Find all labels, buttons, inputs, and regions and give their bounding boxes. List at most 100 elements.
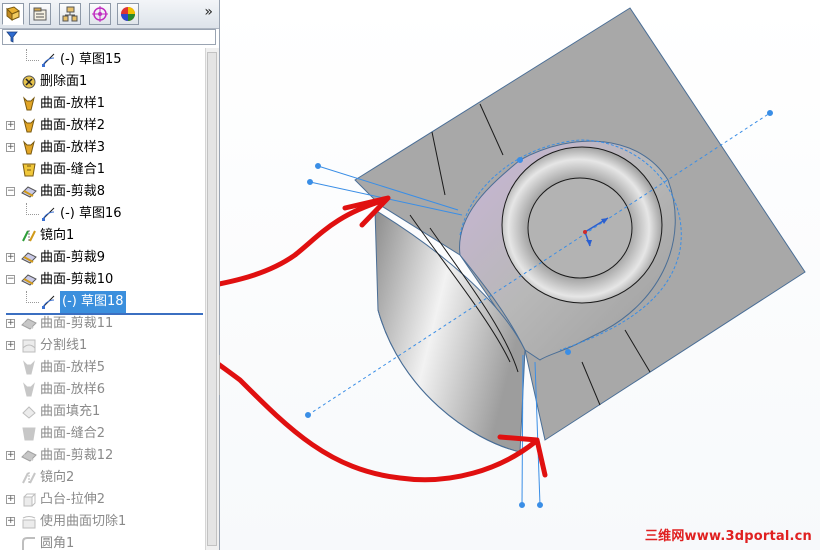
tree-item-label: 曲面-剪裁8	[40, 184, 105, 199]
tree-item[interactable]: 曲面-放样6	[0, 379, 205, 401]
surface-loft-icon	[21, 382, 37, 398]
expand-icon[interactable]: +	[6, 451, 15, 460]
surface-cut-icon	[21, 514, 37, 530]
tree-item[interactable]: (-) 草图18	[0, 291, 205, 313]
tree-item-label: 曲面-缝合2	[40, 426, 105, 441]
display-manager-tab[interactable]	[117, 3, 139, 25]
tree-item-label: 使用曲面切除1	[40, 514, 127, 529]
tree-item-label: 镜向2	[40, 470, 75, 485]
rollback-bar[interactable]	[6, 313, 203, 315]
split-line-icon	[21, 338, 37, 354]
tree-filter-box[interactable]	[2, 29, 216, 45]
tree-item-label: (-) 草图18	[60, 291, 126, 313]
surface-trim-icon	[21, 184, 37, 200]
expand-icon[interactable]: +	[6, 517, 15, 526]
feature-manager-tab[interactable]	[2, 3, 24, 25]
tree-item[interactable]: 曲面-放样1	[0, 93, 205, 115]
tree-item[interactable]: + 曲面-剪裁12	[0, 445, 205, 467]
collapse-icon[interactable]: −	[6, 187, 15, 196]
expand-icon[interactable]: +	[6, 341, 15, 350]
surface-loft-icon	[21, 360, 37, 376]
surface-fill-icon	[21, 404, 37, 420]
tree-item-label: 曲面-剪裁11	[40, 316, 114, 331]
property-icon	[33, 7, 47, 21]
tree-item-label: 曲面-剪裁12	[40, 448, 114, 463]
expand-icon[interactable]: +	[6, 121, 15, 130]
tree-item[interactable]: 曲面填充1	[0, 401, 205, 423]
dimxpert-manager-tab[interactable]	[89, 3, 111, 25]
tree-item-label: 曲面-剪裁10	[40, 272, 114, 287]
surface-trim-icon	[21, 448, 37, 464]
surface-trim-icon	[21, 250, 37, 266]
expand-icon[interactable]: +	[6, 253, 15, 262]
mirror-icon	[21, 470, 37, 486]
tree-item[interactable]: + 凸台-拉伸2	[0, 489, 205, 511]
surface-loft-icon	[21, 96, 37, 112]
tree-item-label: 曲面-剪裁9	[40, 250, 105, 265]
tree-item[interactable]: − 曲面-剪裁10	[0, 269, 205, 291]
surface-knit-icon	[21, 426, 37, 442]
tree-guide-line	[26, 291, 39, 303]
tree-item[interactable]: 曲面-放样5	[0, 357, 205, 379]
tab-overflow-button[interactable]: »	[204, 4, 213, 20]
configuration-icon	[62, 6, 78, 22]
tree-guide-line	[26, 49, 39, 61]
tree-item-label: 曲面-放样5	[40, 360, 105, 375]
feature-tree-icon	[6, 6, 20, 22]
filter-icon	[6, 31, 18, 43]
feature-tree: (-) 草图15 删除面1 曲面-放样1 + 曲面-放样2 + 曲面-放样3 曲面-缝合1 − 曲…	[0, 48, 205, 550]
tree-item-label: 删除面1	[40, 74, 88, 89]
graphics-area[interactable]	[220, 0, 820, 550]
tree-item[interactable]: 镜向2	[0, 467, 205, 489]
tree-item[interactable]: (-) 草图16	[0, 203, 205, 225]
watermark: 三维网www.3dportal.cn	[644, 529, 812, 544]
tree-scrollbar[interactable]	[205, 48, 219, 550]
tree-item-label: 圆角1	[40, 536, 75, 550]
tree-item-label: 曲面-放样3	[40, 140, 105, 155]
tree-item[interactable]: (-) 草图15	[0, 49, 205, 71]
tree-item[interactable]: + 使用曲面切除1	[0, 511, 205, 533]
collapse-icon[interactable]: −	[6, 275, 15, 284]
tree-item-label: 镜向1	[40, 228, 75, 243]
appearance-icon	[121, 7, 135, 21]
tree-item[interactable]: + 分割线1	[0, 335, 205, 357]
manager-tab-bar: »	[0, 0, 219, 29]
tree-item-label: 分割线1	[40, 338, 88, 353]
tree-item[interactable]: 删除面1	[0, 71, 205, 93]
tree-item[interactable]: 镜向1	[0, 225, 205, 247]
tree-item[interactable]: 曲面-缝合1	[0, 159, 205, 181]
tree-item-label: (-) 草图15	[60, 52, 122, 67]
configuration-manager-tab[interactable]	[59, 3, 81, 25]
tree-item[interactable]: − 曲面-剪裁8	[0, 181, 205, 203]
tree-item-label: 曲面-放样6	[40, 382, 105, 397]
feature-manager-panel: » (-) 草图15 删除面1 曲面-放样1 + 曲面-放样2 + 曲面-放样3 曲面-缝合1…	[0, 0, 220, 550]
tree-item[interactable]: + 曲面-剪裁9	[0, 247, 205, 269]
surface-loft-icon	[21, 118, 37, 134]
sketch-icon	[41, 52, 57, 68]
expand-icon[interactable]: +	[6, 495, 15, 504]
tree-item[interactable]: + 曲面-放样2	[0, 115, 205, 137]
tree-item-label: (-) 草图16	[60, 206, 122, 221]
expand-icon[interactable]: +	[6, 319, 15, 328]
surface-trim-icon	[21, 316, 37, 332]
tree-item[interactable]: 曲面-缝合2	[0, 423, 205, 445]
surface-knit-icon	[21, 162, 37, 178]
sketch-icon	[41, 294, 57, 310]
property-manager-tab[interactable]	[29, 3, 51, 25]
surface-trim-icon	[21, 272, 37, 288]
sketch-icon	[41, 206, 57, 222]
tree-item[interactable]: + 曲面-放样3	[0, 137, 205, 159]
tree-item-label: 曲面填充1	[40, 404, 101, 419]
fillet-icon	[21, 536, 37, 550]
target-icon	[92, 6, 108, 22]
tree-item[interactable]: 圆角1	[0, 533, 205, 550]
tree-item-label: 曲面-缝合1	[40, 162, 105, 177]
tree-item[interactable]: + 曲面-剪裁11	[0, 313, 205, 335]
tree-item-label: 曲面-放样2	[40, 118, 105, 133]
scrollbar-thumb[interactable]	[207, 52, 217, 546]
bowl-bottom[interactable]	[527, 177, 633, 279]
tree-guide-line	[26, 203, 39, 215]
tree-item-label: 凸台-拉伸2	[40, 492, 105, 507]
boss-extrude-icon	[21, 492, 37, 508]
expand-icon[interactable]: +	[6, 143, 15, 152]
